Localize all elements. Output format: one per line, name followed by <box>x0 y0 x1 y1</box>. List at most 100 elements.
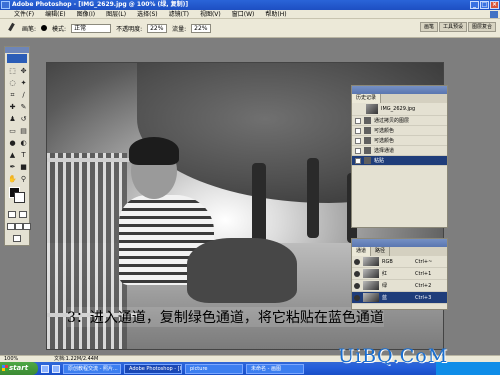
hand-tool-icon[interactable]: ✋ <box>8 175 17 184</box>
start-button[interactable]: start <box>0 362 38 375</box>
well-tab-tool-presets[interactable]: 工具预设 <box>438 22 467 32</box>
menu-bar: 文件(F) 编辑(E) 图像(I) 图层(L) 选择(S) 滤镜(T) 视图(V… <box>0 10 500 19</box>
magic-wand-tool-icon[interactable]: ✦ <box>19 79 28 88</box>
history-panel: 历史记录 IMG_2629.jpg 通过拷贝的图层 可选颜色 可选颜色 选择通道… <box>351 85 448 228</box>
menu-view[interactable]: 视图(V) <box>200 10 221 19</box>
history-step-icon <box>364 157 371 164</box>
close-button[interactable]: × <box>490 1 499 9</box>
opacity-input[interactable]: 22% <box>147 23 168 33</box>
channels-panel-titlebar[interactable] <box>352 239 447 247</box>
taskbar-item[interactable]: picture <box>185 363 243 374</box>
visibility-eye-icon[interactable] <box>354 294 360 301</box>
taskbar-item-active[interactable]: Adobe Photoshop - [I... <box>124 363 182 374</box>
mode-label: 模式: <box>52 25 67 33</box>
history-brush-tool-icon[interactable]: ↺ <box>19 115 28 124</box>
channel-thumbnail <box>363 269 379 278</box>
quick-launch-ie-icon[interactable] <box>41 364 49 373</box>
window-title: Adobe Photoshop - [IMG_2629.jpg @ 100% (… <box>12 1 189 8</box>
menu-image[interactable]: 图像(I) <box>77 10 95 19</box>
standard-mode-button[interactable] <box>8 211 16 218</box>
eraser-tool-icon[interactable]: ▭ <box>8 127 17 136</box>
history-item[interactable]: 可选颜色 <box>352 136 447 146</box>
menu-layer[interactable]: 图层(L) <box>106 10 126 19</box>
pen-tool-icon[interactable]: ✒ <box>8 163 17 172</box>
history-source-checkbox[interactable] <box>355 117 361 124</box>
snapshot-thumbnail <box>366 104 378 114</box>
adobe-logo[interactable] <box>7 54 27 63</box>
visibility-eye-icon[interactable] <box>354 258 360 265</box>
channels-tabs: 通道 路径 <box>352 247 447 256</box>
tab-history[interactable]: 历史记录 <box>352 94 382 103</box>
well-tab-layer-comps[interactable]: 图层复合 <box>467 22 496 32</box>
menu-filter[interactable]: 滤镜(T) <box>169 10 189 19</box>
visibility-eye-icon[interactable] <box>354 282 360 289</box>
lasso-tool-icon[interactable]: ◌ <box>8 79 17 88</box>
brush-preset-picker[interactable] <box>41 25 48 31</box>
channel-row-selected[interactable]: 蓝 Ctrl+3 <box>352 292 447 304</box>
dodge-tool-icon[interactable]: ◐ <box>19 139 28 148</box>
path-selection-tool-icon[interactable]: ▲ <box>8 151 17 160</box>
menu-edit[interactable]: 编辑(E) <box>45 10 65 19</box>
clone-stamp-tool-icon[interactable]: ♟ <box>8 115 17 124</box>
quick-mask-mode-button[interactable] <box>19 211 27 218</box>
history-panel-titlebar[interactable] <box>352 86 447 94</box>
toolbox-grip[interactable] <box>5 47 29 53</box>
flow-input[interactable]: 22% <box>191 23 212 33</box>
well-tab-brushes[interactable]: 画笔 <box>419 22 438 32</box>
screen-mode-standard-button[interactable] <box>7 223 15 230</box>
channel-name: RGB <box>382 258 393 265</box>
toolbox: ⬚ ✥ ◌ ✦ ⌗ ∕ ✚ ✎ ♟ ↺ ▭ ▤ ● ◐ ▲ T ✒ ■ ✋ ⚲ <box>4 46 31 246</box>
channel-shortcut: Ctrl+3 <box>415 294 432 301</box>
taskbar-item[interactable]: 原创教程交流 - 照片... <box>63 363 121 374</box>
menu-file[interactable]: 文件(F) <box>14 10 34 19</box>
brush-tool-icon[interactable]: ✎ <box>19 103 28 112</box>
channel-row[interactable]: RGB Ctrl+~ <box>352 256 447 268</box>
blur-tool-icon[interactable]: ● <box>8 139 17 148</box>
move-tool-icon[interactable]: ✥ <box>19 67 28 76</box>
marquee-tool-icon[interactable]: ⬚ <box>8 67 17 76</box>
maximize-button[interactable]: □ <box>480 1 489 9</box>
adobe-online-icon[interactable] <box>490 11 498 18</box>
gradient-tool-icon[interactable]: ▤ <box>19 127 28 136</box>
screen-mode-full-button[interactable] <box>23 223 31 230</box>
healing-brush-tool-icon[interactable]: ✚ <box>8 103 17 112</box>
photo-person-hair <box>129 137 179 165</box>
visibility-eye-icon[interactable] <box>354 270 360 277</box>
mode-select[interactable]: 正常 <box>71 23 112 33</box>
menu-select[interactable]: 选择(S) <box>137 10 158 19</box>
channel-row[interactable]: 红 Ctrl+1 <box>352 268 447 280</box>
tab-channels[interactable]: 通道 <box>352 247 372 256</box>
background-color-swatch[interactable] <box>14 192 25 203</box>
history-step-icon <box>364 117 371 124</box>
history-source-checkbox[interactable] <box>355 147 361 154</box>
menu-window[interactable]: 窗口(W) <box>232 10 255 19</box>
slice-tool-icon[interactable]: ∕ <box>19 91 28 100</box>
channel-row[interactable]: 绿 Ctrl+2 <box>352 280 447 292</box>
channel-thumbnail <box>363 293 379 302</box>
history-snapshot[interactable]: IMG_2629.jpg <box>352 103 447 116</box>
quick-launch-desktop-icon[interactable] <box>52 364 60 373</box>
tab-paths[interactable]: 路径 <box>371 247 391 256</box>
palette-well: 画笔 工具预设 图层复合 <box>419 22 496 32</box>
history-source-checkbox[interactable] <box>355 157 361 164</box>
taskbar-item[interactable]: 未命名 - 画图 <box>246 363 304 374</box>
flow-label: 流量: <box>172 25 187 33</box>
history-source-checkbox[interactable] <box>355 137 361 144</box>
type-tool-icon[interactable]: T <box>19 151 28 160</box>
minimize-button[interactable]: _ <box>470 1 479 9</box>
brush-tool-icon[interactable] <box>6 23 17 34</box>
zoom-tool-icon[interactable]: ⚲ <box>19 175 28 184</box>
screen-mode-full-menu-button[interactable] <box>15 223 23 230</box>
crop-tool-icon[interactable]: ⌗ <box>8 91 17 100</box>
history-item[interactable]: 通过拷贝的图层 <box>352 116 447 126</box>
channel-shortcut: Ctrl+2 <box>415 282 432 289</box>
history-source-checkbox[interactable] <box>355 127 361 134</box>
window-titlebar: Adobe Photoshop - [IMG_2629.jpg @ 100% (… <box>0 0 500 10</box>
history-item[interactable]: 选择通道 <box>352 146 447 156</box>
shape-tool-icon[interactable]: ■ <box>19 163 28 172</box>
tutorial-caption: 3：进入通道，复制绿色通道，将它粘贴在蓝色通道 <box>67 307 384 327</box>
history-item[interactable]: 可选颜色 <box>352 126 447 136</box>
jump-to-imageready-button[interactable] <box>13 235 21 242</box>
menu-help[interactable]: 帮助(H) <box>265 10 286 19</box>
history-item-selected[interactable]: 粘贴 <box>352 156 447 166</box>
